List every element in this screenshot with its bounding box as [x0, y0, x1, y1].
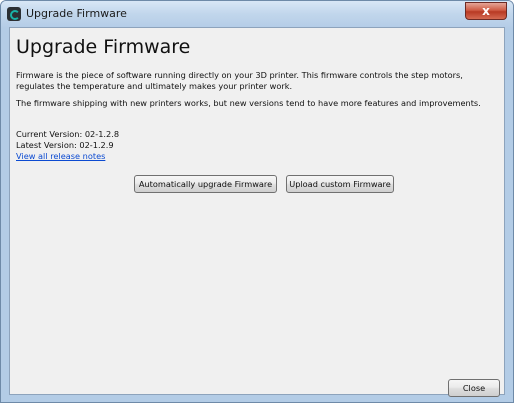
window-title: Upgrade Firmware	[26, 7, 127, 20]
version-info: Current Version: 02-1.2.8 Latest Version…	[16, 129, 119, 162]
app-icon	[7, 7, 21, 21]
release-notes-link[interactable]: View all release notes	[16, 151, 119, 162]
upgrade-firmware-window: Upgrade Firmware x Upgrade Firmware Firm…	[0, 0, 514, 403]
auto-upgrade-button[interactable]: Automatically upgrade Firmware	[134, 175, 277, 193]
dialog-content: Upgrade Firmware Firmware is the piece o…	[9, 27, 505, 397]
firmware-description: Firmware is the piece of software runnin…	[16, 70, 463, 91]
firmware-note: The firmware shipping with new printers …	[16, 98, 481, 108]
page-title: Upgrade Firmware	[16, 36, 191, 58]
current-version-label: Current Version: 02-1.2.8	[16, 129, 120, 139]
latest-version-label: Latest Version: 02-1.2.9	[16, 140, 114, 150]
upload-custom-firmware-button[interactable]: Upload custom Firmware	[286, 175, 394, 193]
close-button[interactable]: Close	[448, 379, 500, 397]
title-bar[interactable]: Upgrade Firmware x	[1, 1, 513, 27]
window-close-button[interactable]: x	[465, 2, 507, 20]
